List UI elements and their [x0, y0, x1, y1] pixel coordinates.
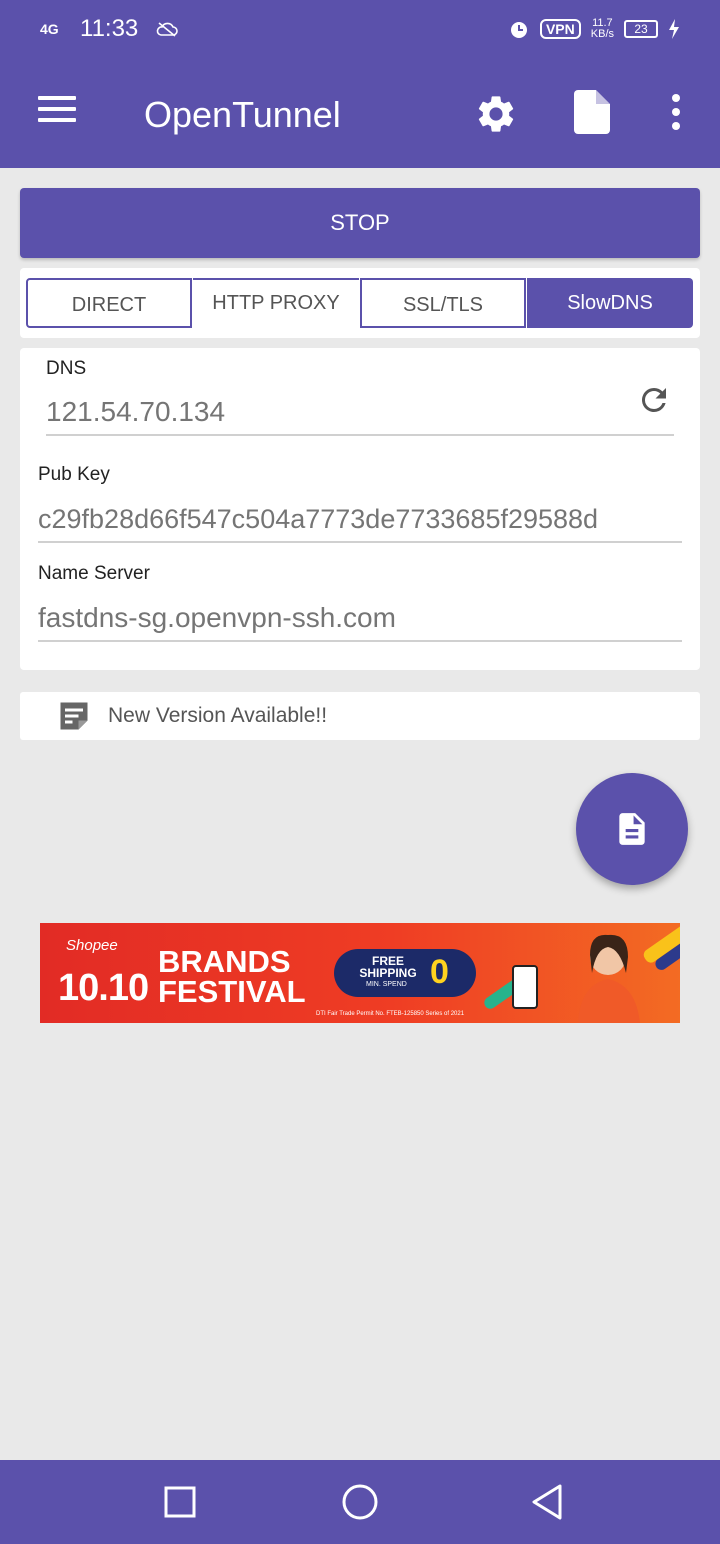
- ad-fine-print: DTI Fair Trade Permit No. FTEB-125850 Se…: [316, 1011, 465, 1017]
- recents-icon[interactable]: [160, 1482, 200, 1522]
- ad-banner[interactable]: Shopee 10.10 BRANDS FESTIVAL FREE SHIPPIN…: [40, 923, 680, 1023]
- app-bar: OpenTunnel: [0, 58, 720, 168]
- menu-icon[interactable]: [38, 96, 76, 126]
- tab-slowdns[interactable]: SlowDNS: [527, 278, 693, 328]
- back-icon[interactable]: [528, 1482, 568, 1522]
- description-icon: [619, 813, 645, 845]
- note-icon: [60, 702, 88, 730]
- file-icon[interactable]: [574, 90, 610, 134]
- ad-model-image: [578, 934, 640, 1023]
- status-bar: 4G 11:33 VPN 11.7 KB/s 23: [0, 0, 720, 58]
- pub-key-label: Pub Key: [38, 464, 110, 485]
- ad-brand: Shopee: [66, 937, 118, 954]
- refresh-icon[interactable]: [636, 382, 672, 418]
- dns-input[interactable]: [46, 396, 674, 436]
- vpn-badge: VPN: [539, 19, 581, 39]
- network-speed: 11.7 KB/s: [590, 17, 614, 40]
- tab-direct[interactable]: DIRECT: [26, 278, 192, 328]
- system-nav-bar: [0, 1460, 720, 1544]
- ad-phone-graphic: [512, 965, 538, 1009]
- tab-ssl-tls[interactable]: SSL/TLS: [360, 278, 526, 328]
- tab-http-proxy[interactable]: HTTP PROXY: [193, 278, 359, 328]
- ad-headline: BRANDS FESTIVAL: [158, 944, 306, 1009]
- connection-mode-tabs: DIRECT HTTP PROXY SSL/TLS SlowDNS: [20, 268, 700, 338]
- notice-text: New Version Available!!: [108, 704, 328, 727]
- name-server-label: Name Server: [38, 563, 150, 584]
- alarm-icon: [510, 22, 527, 38]
- dns-label: DNS: [46, 358, 87, 379]
- clock: 11:33: [80, 15, 139, 42]
- network-indicator: 4G: [40, 21, 59, 37]
- stop-button[interactable]: STOP: [20, 188, 700, 258]
- more-options-icon[interactable]: [668, 94, 684, 134]
- slowdns-settings-card: DNS Pub Key Name Server: [20, 348, 700, 670]
- home-icon[interactable]: [340, 1482, 380, 1522]
- charging-icon: [669, 19, 679, 39]
- ad-free-shipping: FREE SHIPPING MIN. SPEND 0: [334, 949, 476, 997]
- app-title: OpenTunnel: [144, 94, 341, 135]
- name-server-input[interactable]: [38, 602, 682, 642]
- gear-icon[interactable]: [474, 92, 518, 136]
- pub-key-input[interactable]: [38, 504, 682, 543]
- log-fab-button[interactable]: [576, 773, 688, 885]
- ad-date: 10.10: [58, 967, 149, 1009]
- update-notice[interactable]: New Version Available!!: [20, 692, 700, 740]
- cloud-off-icon: [156, 22, 179, 37]
- battery-indicator: 23: [624, 20, 658, 38]
